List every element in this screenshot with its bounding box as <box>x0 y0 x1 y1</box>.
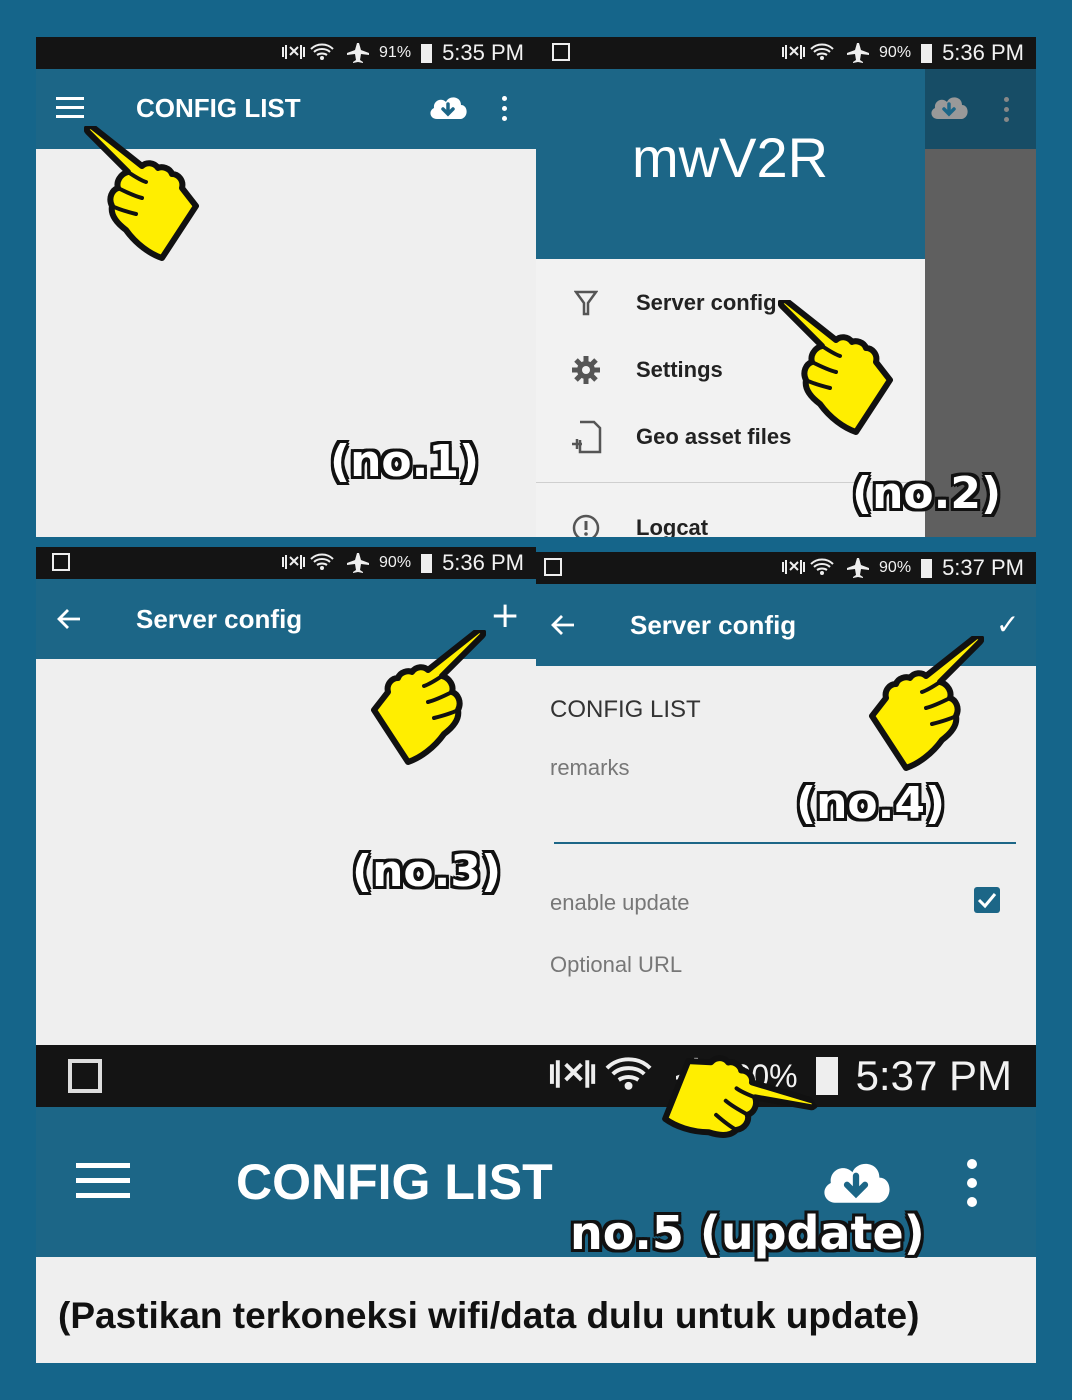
status-time: 5:37 PM <box>942 555 1024 580</box>
note-area: (Pastikan terkoneksi wifi/data dulu untu… <box>36 1257 1036 1363</box>
airplane-icon <box>347 553 370 573</box>
pointer-hand-icon <box>864 636 984 776</box>
battery-icon <box>921 43 933 63</box>
status-time: 5:35 PM <box>442 40 524 65</box>
annotation-no2: (no.2) <box>852 468 1002 519</box>
airplane-icon <box>847 43 870 63</box>
remarks-value: CONFIG LIST <box>550 696 701 723</box>
info-icon <box>536 513 636 537</box>
airplane-icon <box>347 43 370 63</box>
status-time: 5:37 PM <box>855 1052 1012 1099</box>
confirm-button[interactable]: ✓ <box>996 608 1019 641</box>
dimmed-background[interactable] <box>925 69 1036 537</box>
status-bar: 90% 5:37 PM <box>536 552 1036 584</box>
menu-icon[interactable] <box>76 1163 130 1198</box>
cloud-download-icon <box>929 95 969 121</box>
menu-icon[interactable] <box>56 97 84 118</box>
cloud-download-icon[interactable] <box>820 1155 892 1211</box>
back-arrow-icon[interactable] <box>550 613 576 637</box>
enable-update-checkbox[interactable] <box>974 887 1000 913</box>
annotation-no5: no.5 (update) <box>570 1206 925 1260</box>
pointer-hand-icon <box>84 126 224 296</box>
signal-icons <box>782 43 835 61</box>
drawer-item-label: Server config <box>636 290 777 315</box>
optional-url-label: Optional URL <box>550 952 683 977</box>
pointer-hand-icon <box>366 630 486 770</box>
filter-icon <box>536 290 636 316</box>
battery-icon <box>815 1057 838 1095</box>
battery-level: 90% <box>879 559 912 576</box>
app-name: mwV2R <box>632 126 829 189</box>
update-note: (Pastikan terkoneksi wifi/data dulu untu… <box>58 1295 920 1336</box>
drawer-item-label: Logcat <box>636 515 709 537</box>
toolbar-title: Server config <box>136 604 303 634</box>
gallery-icon <box>552 43 570 61</box>
more-vert-icon[interactable] <box>967 1159 977 1207</box>
battery-icon <box>421 553 433 573</box>
gallery-icon <box>52 553 70 571</box>
battery-level: 91% <box>379 44 412 61</box>
annotation-no3: (no.3) <box>352 846 502 897</box>
status-bar: 90% 5:36 PM <box>36 547 536 579</box>
more-vert-icon[interactable] <box>502 96 507 121</box>
file-add-icon <box>536 420 636 454</box>
status-bar: 91% 5:35 PM <box>36 37 536 69</box>
signal-icons <box>282 43 335 61</box>
toolbar-title: Server config <box>630 610 797 640</box>
annotation-no4: (no.4) <box>796 778 946 829</box>
more-vert-icon <box>1004 97 1009 122</box>
gallery-icon <box>544 558 562 576</box>
signal-icons <box>782 558 835 576</box>
status-time: 5:36 PM <box>942 40 1024 65</box>
cloud-download-icon[interactable] <box>428 93 468 123</box>
drawer-item-label: Settings <box>636 357 723 382</box>
battery-level: 90% <box>379 554 412 571</box>
airplane-icon <box>847 558 870 578</box>
gear-icon <box>536 355 636 385</box>
toolbar-title: CONFIG LIST <box>236 1154 553 1210</box>
back-arrow-icon[interactable] <box>56 607 82 631</box>
remarks-label: remarks <box>550 755 630 780</box>
pointer-hand-icon <box>778 300 898 445</box>
drawer-header: mwV2R <box>536 69 925 259</box>
toolbar-title: CONFIG LIST <box>136 93 301 123</box>
battery-icon <box>921 558 933 578</box>
battery-icon <box>421 43 433 63</box>
battery-level: 90% <box>879 44 912 61</box>
add-button[interactable]: + <box>490 595 520 636</box>
status-time: 5:36 PM <box>442 550 524 575</box>
remarks-input[interactable] <box>554 786 1016 844</box>
signal-icons <box>282 553 335 571</box>
status-bar: 90% 5:37 PM <box>36 1045 1036 1107</box>
status-bar: 90% 5:36 PM <box>536 37 1036 69</box>
annotation-no1: (no.1) <box>330 436 480 487</box>
gallery-icon <box>68 1059 102 1093</box>
drawer-item-label: Geo asset files <box>636 424 792 449</box>
enable-update-label: enable update <box>550 890 690 915</box>
